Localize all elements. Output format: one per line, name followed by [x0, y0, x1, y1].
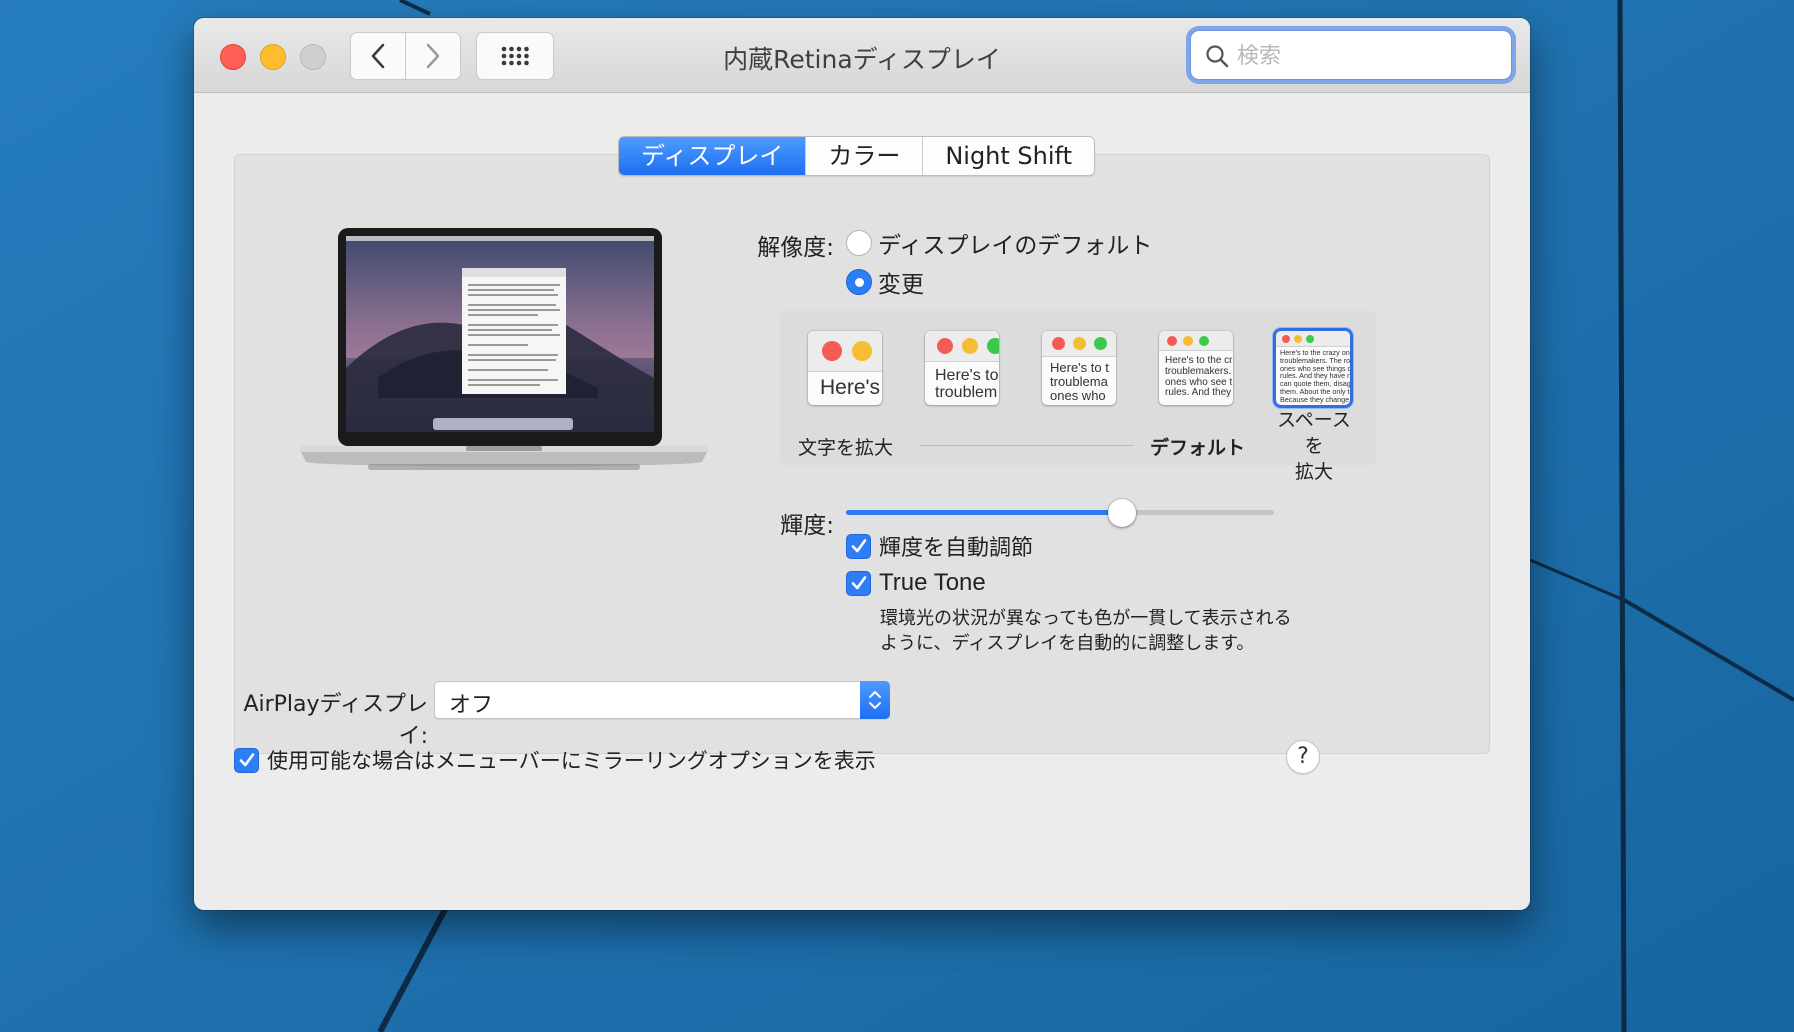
mirroring-label: 使用可能な場合はメニューバーにミラーリングオプションを表示 — [267, 749, 876, 773]
mirroring-option-row[interactable]: 使用可能な場合はメニューバーにミラーリングオプションを表示 — [234, 745, 876, 775]
checkmark-icon — [851, 539, 866, 553]
thumb-text-2: Here's to troublem — [935, 367, 999, 402]
scaled-option-default[interactable]: Here's to the cr troublemakers. ones who… — [1159, 331, 1233, 405]
true-tone-desc-line1: 環境光の状況が異なっても色が一貫して表示される — [880, 608, 1292, 629]
thumb-text-1: Here's — [820, 376, 881, 399]
true-tone-label: True Tone — [879, 569, 986, 596]
brightness-slider-fill — [846, 510, 1122, 515]
updown-arrows-icon — [860, 681, 890, 719]
scaled-resolution-picker: Here's Here's to troublem Here's to t tr… — [780, 311, 1376, 483]
true-tone-description: 環境光の状況が異なっても色が一貫して表示される ように、ディスプレイを自動的に調… — [880, 606, 1292, 656]
radio-default-label: ディスプレイのデフォルト — [878, 233, 1153, 259]
more-space-label: スペースを 拡大 — [1277, 409, 1351, 483]
search-input[interactable] — [1235, 39, 1499, 73]
thumb-text-4: Here's to the cr troublemakers. ones who… — [1165, 355, 1233, 399]
display-preferences-window: 内蔵Retinaディスプレイ ディスプレイ カラー Night Shift — [194, 18, 1530, 910]
radio-scaled-label: 変更 — [878, 272, 924, 298]
larger-text-label: 文字を拡大 — [798, 437, 894, 459]
mirroring-checkbox[interactable] — [234, 747, 259, 773]
checkmark-icon — [851, 576, 866, 590]
help-button[interactable]: ? — [1286, 740, 1320, 774]
true-tone-row[interactable]: True Tone — [846, 569, 986, 597]
tab-night-shift[interactable]: Night Shift — [923, 137, 1094, 175]
search-icon — [1206, 45, 1229, 68]
brightness-slider-knob[interactable] — [1108, 499, 1136, 527]
checkmark-icon — [239, 753, 254, 767]
resolution-label: 解像度: — [757, 235, 834, 261]
airplay-label: AirPlayディスプレイ: — [243, 692, 428, 749]
brightness-label: 輝度: — [780, 513, 834, 539]
macbook-illustration — [300, 228, 708, 470]
resolution-option-default[interactable]: ディスプレイのデフォルト — [846, 226, 1152, 260]
resolution-option-scaled[interactable]: 変更 — [846, 265, 924, 299]
scale-divider — [920, 445, 1134, 446]
thumb-text-5: Here's to the crazy ones troublemakers. … — [1280, 348, 1350, 404]
true-tone-checkbox[interactable] — [846, 570, 871, 596]
auto-brightness-row[interactable]: 輝度を自動調節 — [846, 530, 1033, 562]
auto-brightness-label: 輝度を自動調節 — [879, 536, 1034, 561]
scaled-option-2[interactable]: Here's to troublem — [925, 331, 999, 405]
auto-brightness-checkbox[interactable] — [846, 533, 871, 559]
airplay-display-select[interactable]: オフ — [434, 681, 890, 719]
true-tone-desc-line2: ように、ディスプレイを自動的に調整します。 — [880, 633, 1255, 654]
title-bar: 内蔵Retinaディスプレイ — [194, 18, 1530, 93]
thumb-text-3: Here's to t troublema ones who — [1050, 360, 1109, 404]
airplay-selected-value: オフ — [449, 693, 494, 718]
search-field[interactable] — [1190, 30, 1512, 80]
tab-bar: ディスプレイ カラー Night Shift — [618, 136, 1095, 176]
tab-display[interactable]: ディスプレイ — [619, 137, 807, 175]
default-label: デフォルト — [1150, 437, 1246, 459]
scaled-option-larger-text[interactable]: Here's — [808, 331, 882, 405]
radio-default[interactable] — [846, 230, 872, 256]
scaled-option-3[interactable]: Here's to t troublema ones who — [1042, 331, 1116, 405]
scaled-option-more-space[interactable]: Here's to the crazy ones troublemakers. … — [1276, 331, 1350, 405]
radio-scaled[interactable] — [846, 269, 872, 295]
tab-color[interactable]: カラー — [806, 137, 924, 175]
